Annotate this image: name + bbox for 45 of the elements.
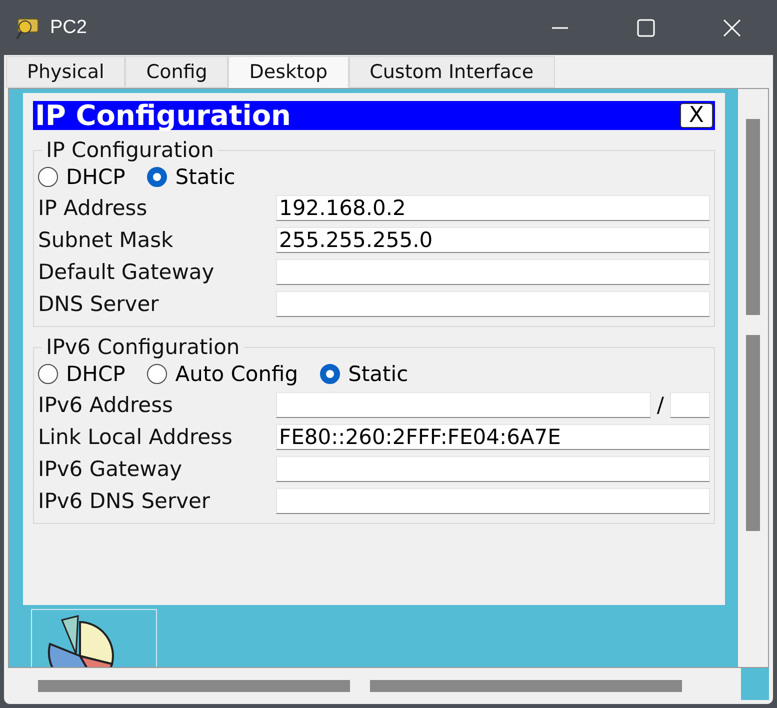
- radio-button[interactable]: [320, 364, 340, 384]
- radio-option[interactable]: Static: [147, 165, 236, 189]
- field-label: Subnet Mask: [38, 228, 174, 252]
- input-field[interactable]: 192.168.0.2: [276, 195, 710, 221]
- input-field[interactable]: [276, 488, 710, 514]
- scrollbar-thumb[interactable]: [38, 680, 350, 692]
- input-field[interactable]: FE80::260:2FFF:FE04:6A7E: [276, 424, 710, 450]
- field-label: Default Gateway: [38, 260, 216, 284]
- radio-button[interactable]: [38, 167, 58, 187]
- scrollbar-thumb[interactable]: [746, 119, 760, 315]
- field-label: Link Local Address: [38, 425, 234, 449]
- radio-button[interactable]: [38, 364, 58, 384]
- field-label: IPv6 Gateway: [38, 457, 184, 481]
- group-title: IP Configuration: [45, 138, 215, 162]
- input-field[interactable]: 255.255.255.0: [276, 227, 710, 253]
- maximize-icon[interactable]: [637, 18, 655, 36]
- input-field[interactable]: [276, 392, 651, 418]
- scrollbar-thumb[interactable]: [746, 335, 760, 531]
- group-title: IPv6 Configuration: [45, 335, 241, 359]
- radio-option[interactable]: DHCP: [38, 362, 126, 386]
- tab[interactable]: Config: [125, 56, 228, 88]
- radio-button[interactable]: [147, 364, 168, 384]
- app-tile[interactable]: [31, 609, 157, 667]
- tab[interactable]: Custom Interface: [348, 56, 555, 88]
- dialog-title: IP Configuration: [35, 101, 291, 130]
- scrollbar-thumb[interactable]: [370, 680, 682, 692]
- close-button[interactable]: X: [680, 103, 713, 128]
- tab[interactable]: Desktop: [228, 56, 349, 88]
- field-label: DNS Server: [38, 292, 160, 316]
- radio-option[interactable]: DHCP: [38, 165, 126, 189]
- prefix-field[interactable]: [670, 392, 710, 418]
- input-field[interactable]: [276, 259, 710, 285]
- scroll-corner: [741, 668, 769, 700]
- input-field[interactable]: [276, 291, 710, 317]
- field-label: IPv6 Address: [38, 393, 174, 417]
- window-title: PC2: [50, 16, 87, 38]
- tab[interactable]: Physical: [6, 56, 126, 88]
- radio-option[interactable]: Auto Config: [147, 362, 298, 386]
- close-icon[interactable]: [723, 18, 741, 36]
- field-label: IPv6 DNS Server: [38, 489, 212, 513]
- radio-option[interactable]: Static: [320, 362, 408, 386]
- input-field[interactable]: [276, 456, 710, 482]
- prefix-separator: /: [656, 393, 665, 417]
- radio-button[interactable]: [147, 167, 168, 187]
- field-label: IP Address: [38, 196, 148, 220]
